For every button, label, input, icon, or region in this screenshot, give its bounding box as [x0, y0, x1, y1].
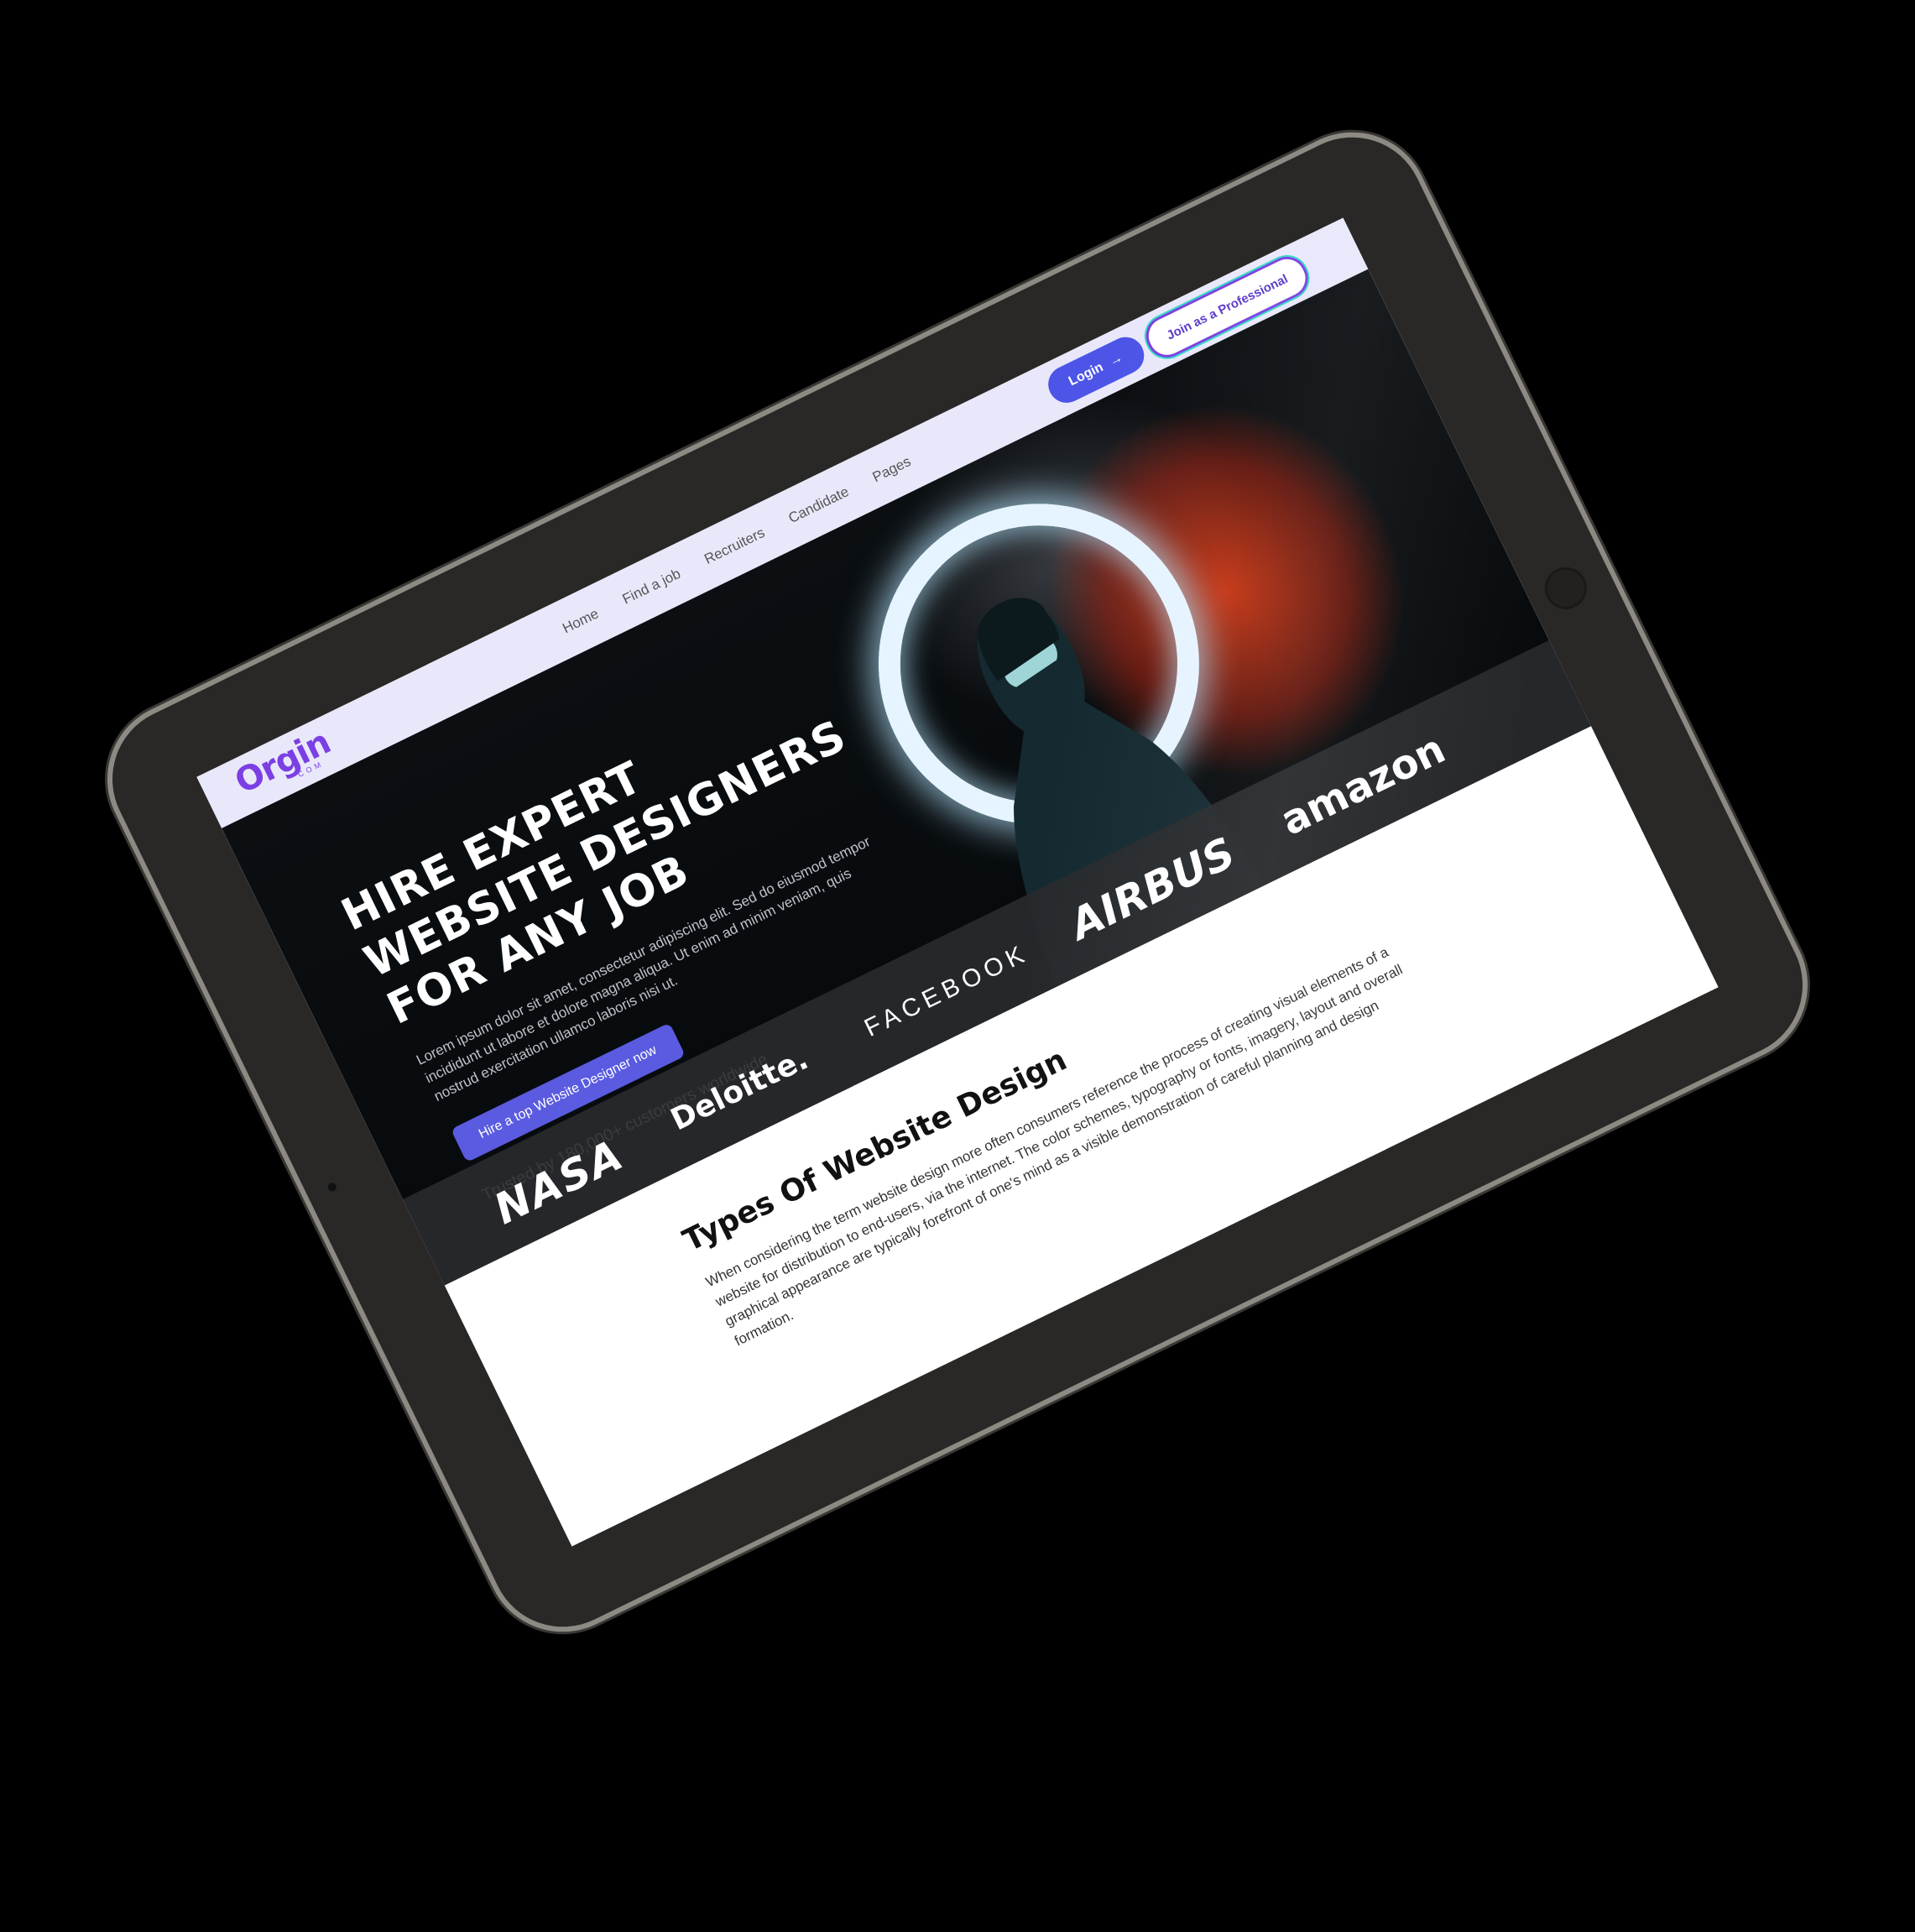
nav-candidate[interactable]: Candidate: [785, 483, 851, 527]
nav-recruiters[interactable]: Recruiters: [702, 525, 767, 568]
tablet-screen: Orgin COM Home Find a job Recruiters Can…: [196, 217, 1719, 1547]
nav-pages[interactable]: Pages: [870, 453, 914, 486]
camera-icon: [326, 1181, 338, 1193]
stage: Orgin COM Home Find a job Recruiters Can…: [0, 0, 1915, 1932]
home-button[interactable]: [1537, 560, 1594, 617]
arrow-right-icon: →: [1106, 350, 1125, 369]
nav-find-a-job[interactable]: Find a job: [620, 566, 684, 608]
login-label: Login: [1066, 359, 1106, 389]
nav-home[interactable]: Home: [560, 605, 602, 637]
tablet-device: Orgin COM Home Find a job Recruiters Can…: [88, 112, 1827, 1652]
